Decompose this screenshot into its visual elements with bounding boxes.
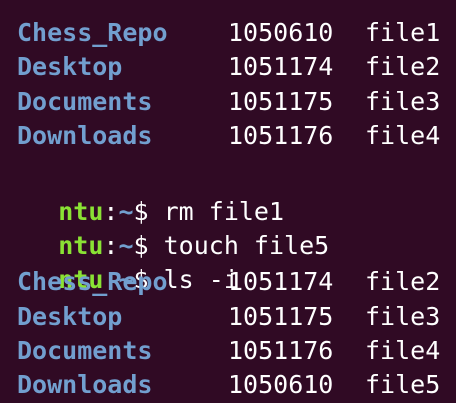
terminal-window[interactable]: Chess_Repo 1050610 file1 Desktop 1051174… <box>0 0 456 403</box>
file-name: file3 <box>365 87 441 116</box>
file-name: file2 <box>365 267 441 296</box>
ls-output-row: Documents 1051175 file3 <box>0 85 440 119</box>
inode-number: 1051174 <box>228 52 334 81</box>
command-prompt-line: ntu:~$ touch file5 <box>0 195 329 260</box>
ls-output-row: Desktop 1051174 file2 <box>0 50 440 84</box>
directory-name: Chess_Repo <box>17 267 168 296</box>
file-name: file5 <box>365 370 441 399</box>
inode-number: 1051176 <box>228 336 334 365</box>
ls-output-row: Downloads 1050610 file5 <box>0 368 440 402</box>
ls-output-row: Documents 1051176 file4 <box>0 334 440 368</box>
inode-number: 1051174 <box>228 267 334 296</box>
directory-name: Documents <box>17 87 153 116</box>
inode-number: 1050610 <box>228 18 334 47</box>
file-name: file2 <box>365 52 441 81</box>
inode-number: 1051176 <box>228 121 334 150</box>
command-prompt-line: ntu:~$ ls -i <box>0 229 239 294</box>
file-name: file1 <box>365 18 441 47</box>
directory-name: Desktop <box>17 52 123 81</box>
ls-output-row: Chess_Repo 1051174 file2 <box>0 265 440 299</box>
directory-name: Downloads <box>17 121 153 150</box>
ls-output-row: Chess_Repo 1050610 file1 <box>0 16 440 50</box>
directory-name: Chess_Repo <box>17 18 168 47</box>
ls-output-row: Downloads 1051176 file4 <box>0 119 440 153</box>
file-name: file4 <box>365 121 441 150</box>
command-prompt-line: ntu:~$ rm file1 <box>0 161 284 226</box>
inode-number: 1051175 <box>228 302 334 331</box>
inode-number: 1050610 <box>228 370 334 399</box>
file-name: file3 <box>365 302 441 331</box>
directory-name: Desktop <box>17 302 123 331</box>
directory-name: Documents <box>17 336 153 365</box>
file-name: file4 <box>365 336 441 365</box>
inode-number: 1051175 <box>228 87 334 116</box>
ls-output-row: Desktop 1051175 file3 <box>0 300 440 334</box>
directory-name: Downloads <box>17 370 153 399</box>
